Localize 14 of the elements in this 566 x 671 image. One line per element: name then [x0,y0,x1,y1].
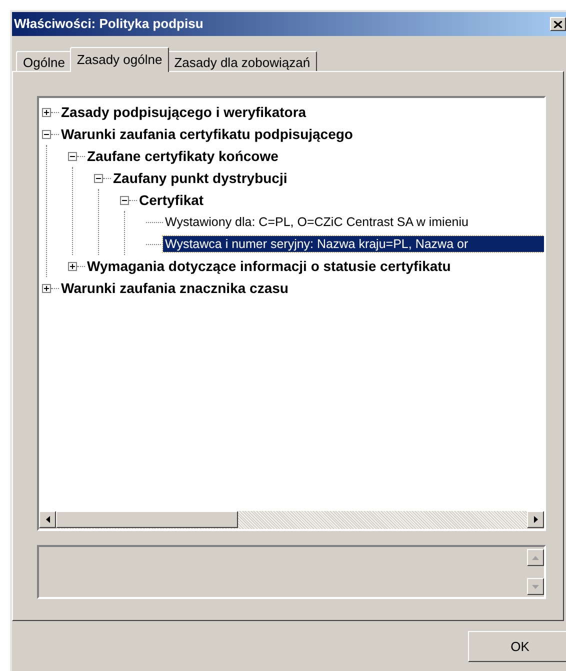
tree-item[interactable]: Certyfikat [137,192,206,208]
tree-item[interactable]: Wymagania dotyczące informacji o statusie certyfikatu [85,258,453,274]
tree-item[interactable]: Wystawca i numer seryjny: Nazwa kraju=PL, Nazwa or [163,236,544,252]
tab[interactable]: Zasady ogólne [70,47,170,72]
tree-item[interactable]: Zaufany punkt dystrybucji [111,170,290,186]
tab[interactable]: Ogólne [16,51,72,72]
tree-item[interactable]: Wystawiony dla: C=PL, O=CZiC Centrast SA w imieniu [163,214,470,230]
ok-button[interactable]: OK [468,631,566,662]
tree-item[interactable]: Warunki zaufania znacznika czasu [59,280,290,296]
tab[interactable]: Zasady dla zobowiązań [167,51,318,72]
window-title: Właściwości: Polityka podpisu [14,15,204,34]
tree-item[interactable]: Warunki zaufania certyfikatu podpisującego [59,126,355,142]
tree-item[interactable]: Zasady podpisującego i weryfikatora [59,104,308,120]
tree-item[interactable]: Zaufane certyfikaty końcowe [85,148,280,164]
